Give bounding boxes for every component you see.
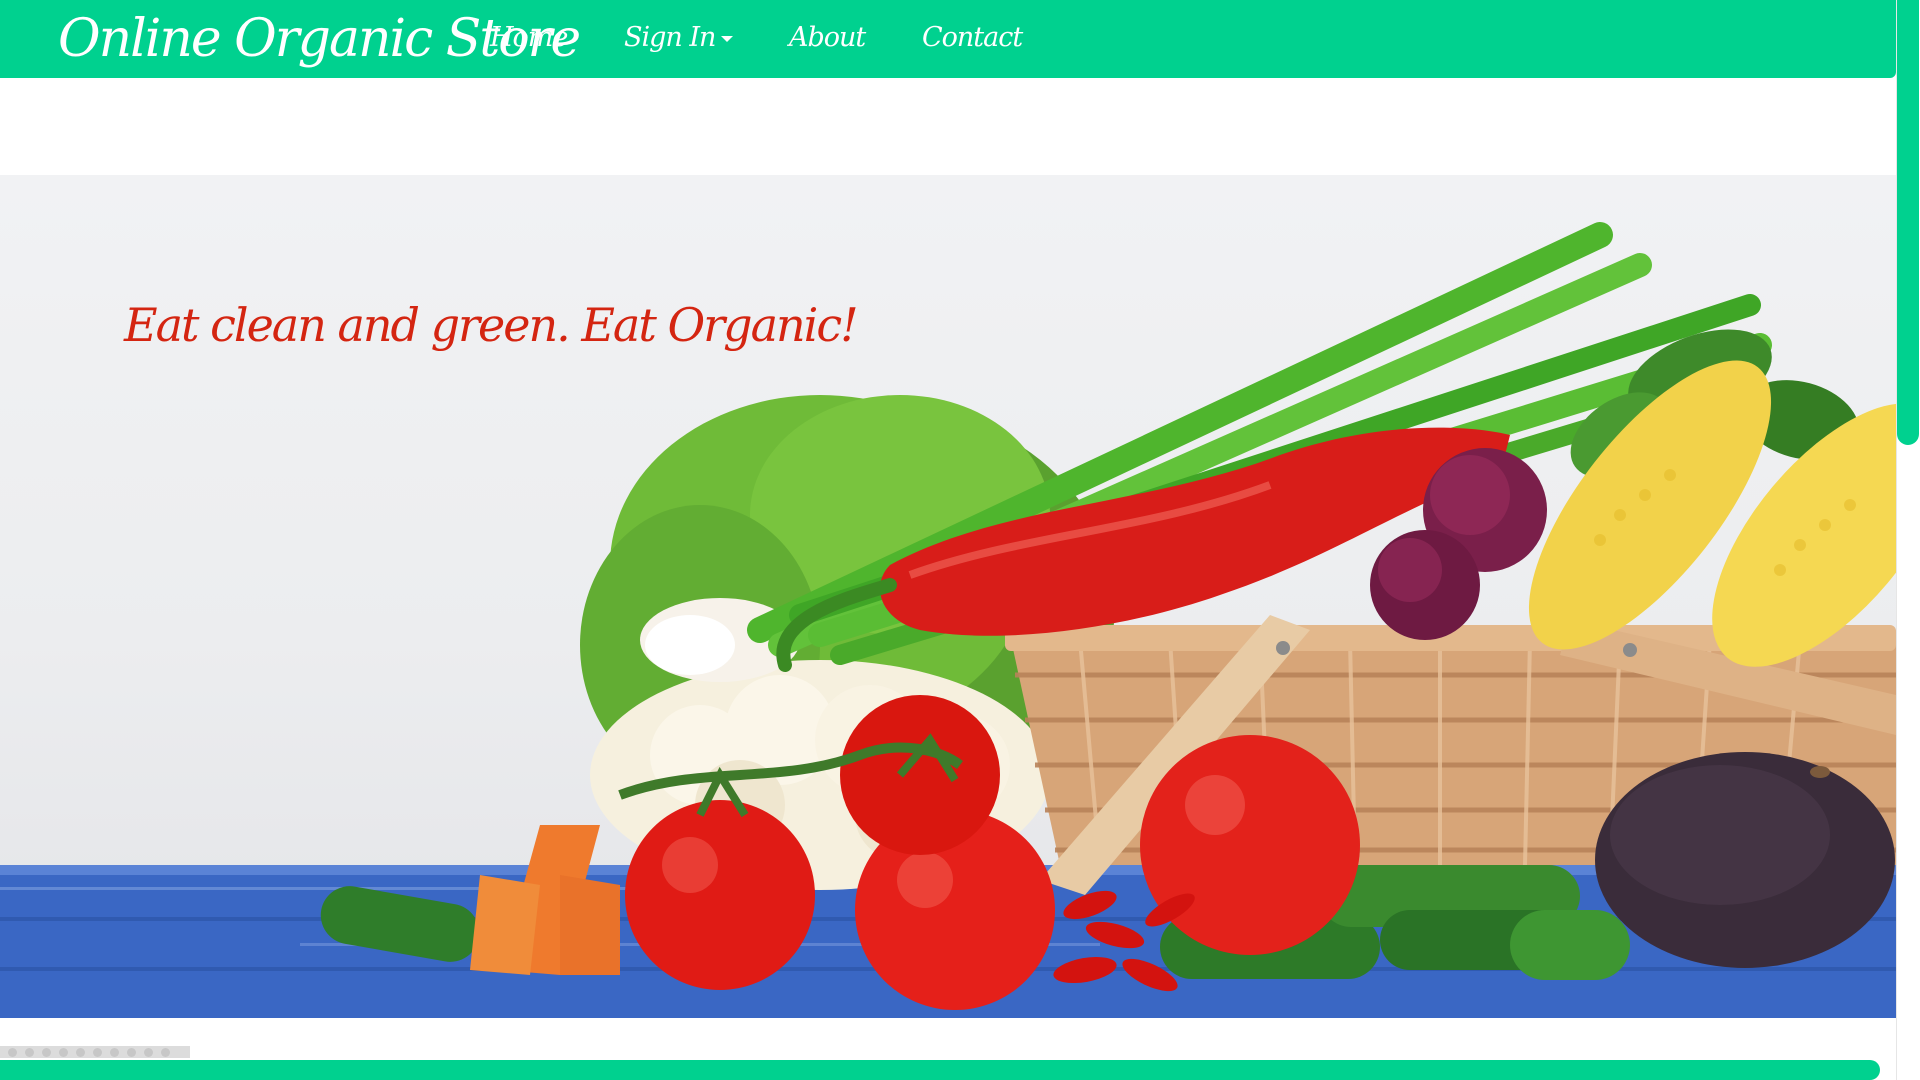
vertical-scrollbar-thumb[interactable] bbox=[1897, 0, 1919, 445]
carousel-indicator[interactable] bbox=[25, 1047, 34, 1057]
nav-about-link[interactable]: About bbox=[789, 20, 866, 56]
carousel-indicator[interactable] bbox=[127, 1047, 136, 1057]
page: Online Organic Store Home Sign In About … bbox=[0, 0, 1896, 1080]
carousel-indicator[interactable] bbox=[76, 1047, 85, 1057]
carousel-indicator[interactable] bbox=[161, 1047, 170, 1057]
hero-tagline: Eat clean and green. Eat Organic! bbox=[124, 298, 859, 352]
carousel-indicator[interactable] bbox=[8, 1047, 17, 1057]
carousel-indicator[interactable] bbox=[93, 1047, 102, 1057]
horizontal-scrollbar[interactable] bbox=[0, 1060, 1880, 1080]
chevron-down-icon bbox=[721, 35, 734, 42]
carousel-indicators bbox=[0, 1046, 190, 1058]
nav-signin-dropdown[interactable]: Sign In bbox=[624, 20, 734, 56]
navbar: Online Organic Store Home Sign In About … bbox=[0, 0, 1896, 78]
nav-signin-label: Sign In bbox=[624, 22, 716, 53]
hero-banner: Eat clean and green. Eat Organic! bbox=[0, 175, 1896, 1018]
nav-home-link[interactable]: Home bbox=[490, 20, 568, 56]
carousel-indicator[interactable] bbox=[110, 1047, 119, 1057]
carousel-indicator[interactable] bbox=[42, 1047, 51, 1057]
carousel-indicator[interactable] bbox=[59, 1047, 68, 1057]
nav-contact-link[interactable]: Contact bbox=[922, 20, 1023, 56]
carousel-indicator[interactable] bbox=[144, 1047, 153, 1057]
